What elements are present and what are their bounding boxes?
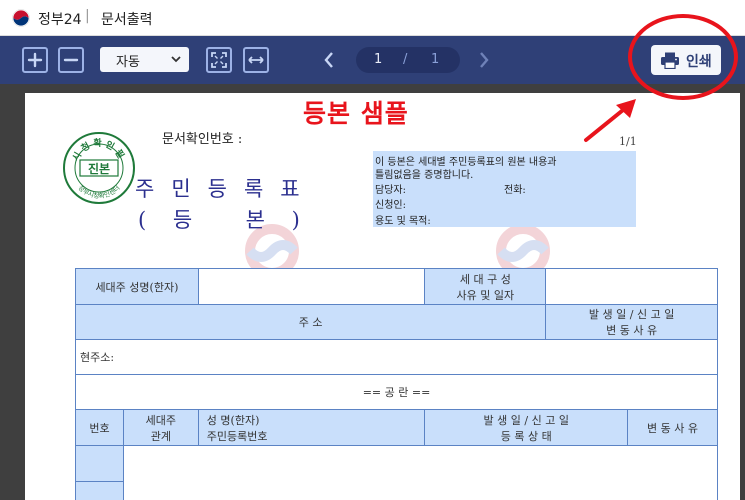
table-row: == 공 란 == [75, 374, 718, 410]
occurrence-date-header: 발 생 일 / 신 고 일 변 동 사 유 [545, 304, 718, 340]
registry-table: 세대주 성명(한자) 세 대 구 성 사유 및 일자 주 소 발 생 일 / 신… [74, 268, 719, 500]
table-row: 번호 세대주 관계 성 명(한자) 주민등록번호 발 생 일 / 신 고 일 등… [75, 409, 718, 446]
plus-square-icon [27, 52, 43, 68]
manager-label: 담당자: [375, 185, 406, 196]
notice-line-2: 틀림없음을 증명합니다. [375, 170, 474, 181]
government-logo-icon [12, 9, 30, 27]
document-number-label: 문서확인번호 : [162, 132, 243, 147]
verification-stamp-icon: 시청확인필 진본 정부시청확인센터 [63, 132, 135, 204]
title-separator: | [85, 8, 90, 24]
column-header-name-line-2: 주민등록번호 [206, 429, 268, 443]
window-title: 문서출력 [101, 12, 153, 28]
column-header-name: 성 명(한자) 주민등록번호 [197, 409, 426, 446]
column-header-relation-line-2: 관계 [150, 429, 171, 443]
composition-value [545, 268, 718, 305]
minus-square-icon [63, 58, 79, 62]
annotation-label: 등본 샘플 [303, 99, 409, 128]
document-title: 주민등록표 [135, 177, 317, 201]
purpose-label: 용도 및 목적: [375, 216, 431, 227]
current-page-number[interactable]: 1 [374, 52, 382, 67]
composition-label-line-2: 사유 및 일자 [456, 288, 515, 302]
window-titlebar: 정부24 | 문서출력 [0, 0, 745, 36]
composition-label: 세 대 구 성 사유 및 일자 [424, 268, 547, 305]
column-header-name-line-1: 성 명(한자) [206, 413, 260, 427]
applicant-label: 신청인: [375, 200, 406, 211]
zoom-in-button[interactable] [22, 47, 48, 73]
table-cell [122, 445, 719, 482]
total-pages: 1 [431, 52, 440, 67]
current-address-label: 현주소: [75, 339, 718, 375]
composition-label-line-1: 세 대 구 성 [459, 272, 511, 286]
table-row: 세대주 성명(한자) 세 대 구 성 사유 및 일자 [75, 268, 718, 305]
table-row [75, 481, 719, 500]
householder-name-value [197, 268, 426, 305]
stamp-center-text: 진본 [88, 161, 110, 176]
zoom-out-button[interactable] [58, 47, 84, 73]
previous-page-icon[interactable] [322, 50, 336, 70]
column-header-number: 번호 [75, 409, 124, 446]
blank-row: == 공 란 == [75, 374, 718, 410]
table-row [75, 445, 719, 482]
column-header-relation: 세대주 관계 [122, 409, 199, 446]
table-cell [122, 481, 719, 500]
highlight-ellipse [628, 14, 738, 100]
householder-name-label: 세대주 성명(한자) [75, 268, 199, 305]
document-page: 문서확인번호 : 1/1 시청확인필 진본 정부시청확인센터 주민등록표 ( 등… [25, 93, 740, 500]
column-header-dates-line-2: 등 록 상 태 [500, 429, 552, 443]
column-header-dates: 발 생 일 / 신 고 일 등 록 상 태 [424, 409, 629, 446]
address-header: 주 소 [74, 304, 547, 340]
annotation-arrow-icon [584, 99, 636, 142]
page-indicator[interactable]: 1 / 1 [356, 47, 460, 73]
zoom-select[interactable]: 자동 [100, 47, 189, 72]
table-row: 주 소 발 생 일 / 신 고 일 변 동 사 유 [74, 304, 718, 340]
table-row: 현주소: [75, 339, 718, 375]
page-separator: / [403, 52, 408, 67]
column-header-dates-line-1: 발 생 일 / 신 고 일 [483, 413, 569, 427]
zoom-select-value: 자동 [116, 55, 140, 70]
phone-label: 전화: [504, 185, 526, 196]
occurrence-date-header-line-2: 변 동 사 유 [606, 324, 658, 337]
fit-width-button[interactable] [243, 47, 269, 73]
table-cell [75, 445, 124, 482]
fit-page-button[interactable] [206, 47, 232, 73]
occurrence-date-header-line-1: 발 생 일 / 신 고 일 [588, 308, 675, 321]
table-cell [75, 481, 124, 500]
next-page-icon[interactable] [477, 50, 491, 70]
column-header-relation-line-1: 세대주 [145, 413, 177, 427]
certification-notice: 이 등본은 세대별 주민등록표의 원본 내용과 틀림없음을 증명합니다. 담당자… [373, 151, 636, 227]
document-subtitle: ( 등 본 ) [138, 208, 300, 232]
column-header-reason: 변 동 사 유 [627, 409, 718, 446]
fit-width-icon [248, 56, 264, 64]
fit-page-icon [211, 52, 227, 68]
app-name: 정부24 [38, 12, 82, 28]
chevron-down-icon [171, 56, 181, 63]
